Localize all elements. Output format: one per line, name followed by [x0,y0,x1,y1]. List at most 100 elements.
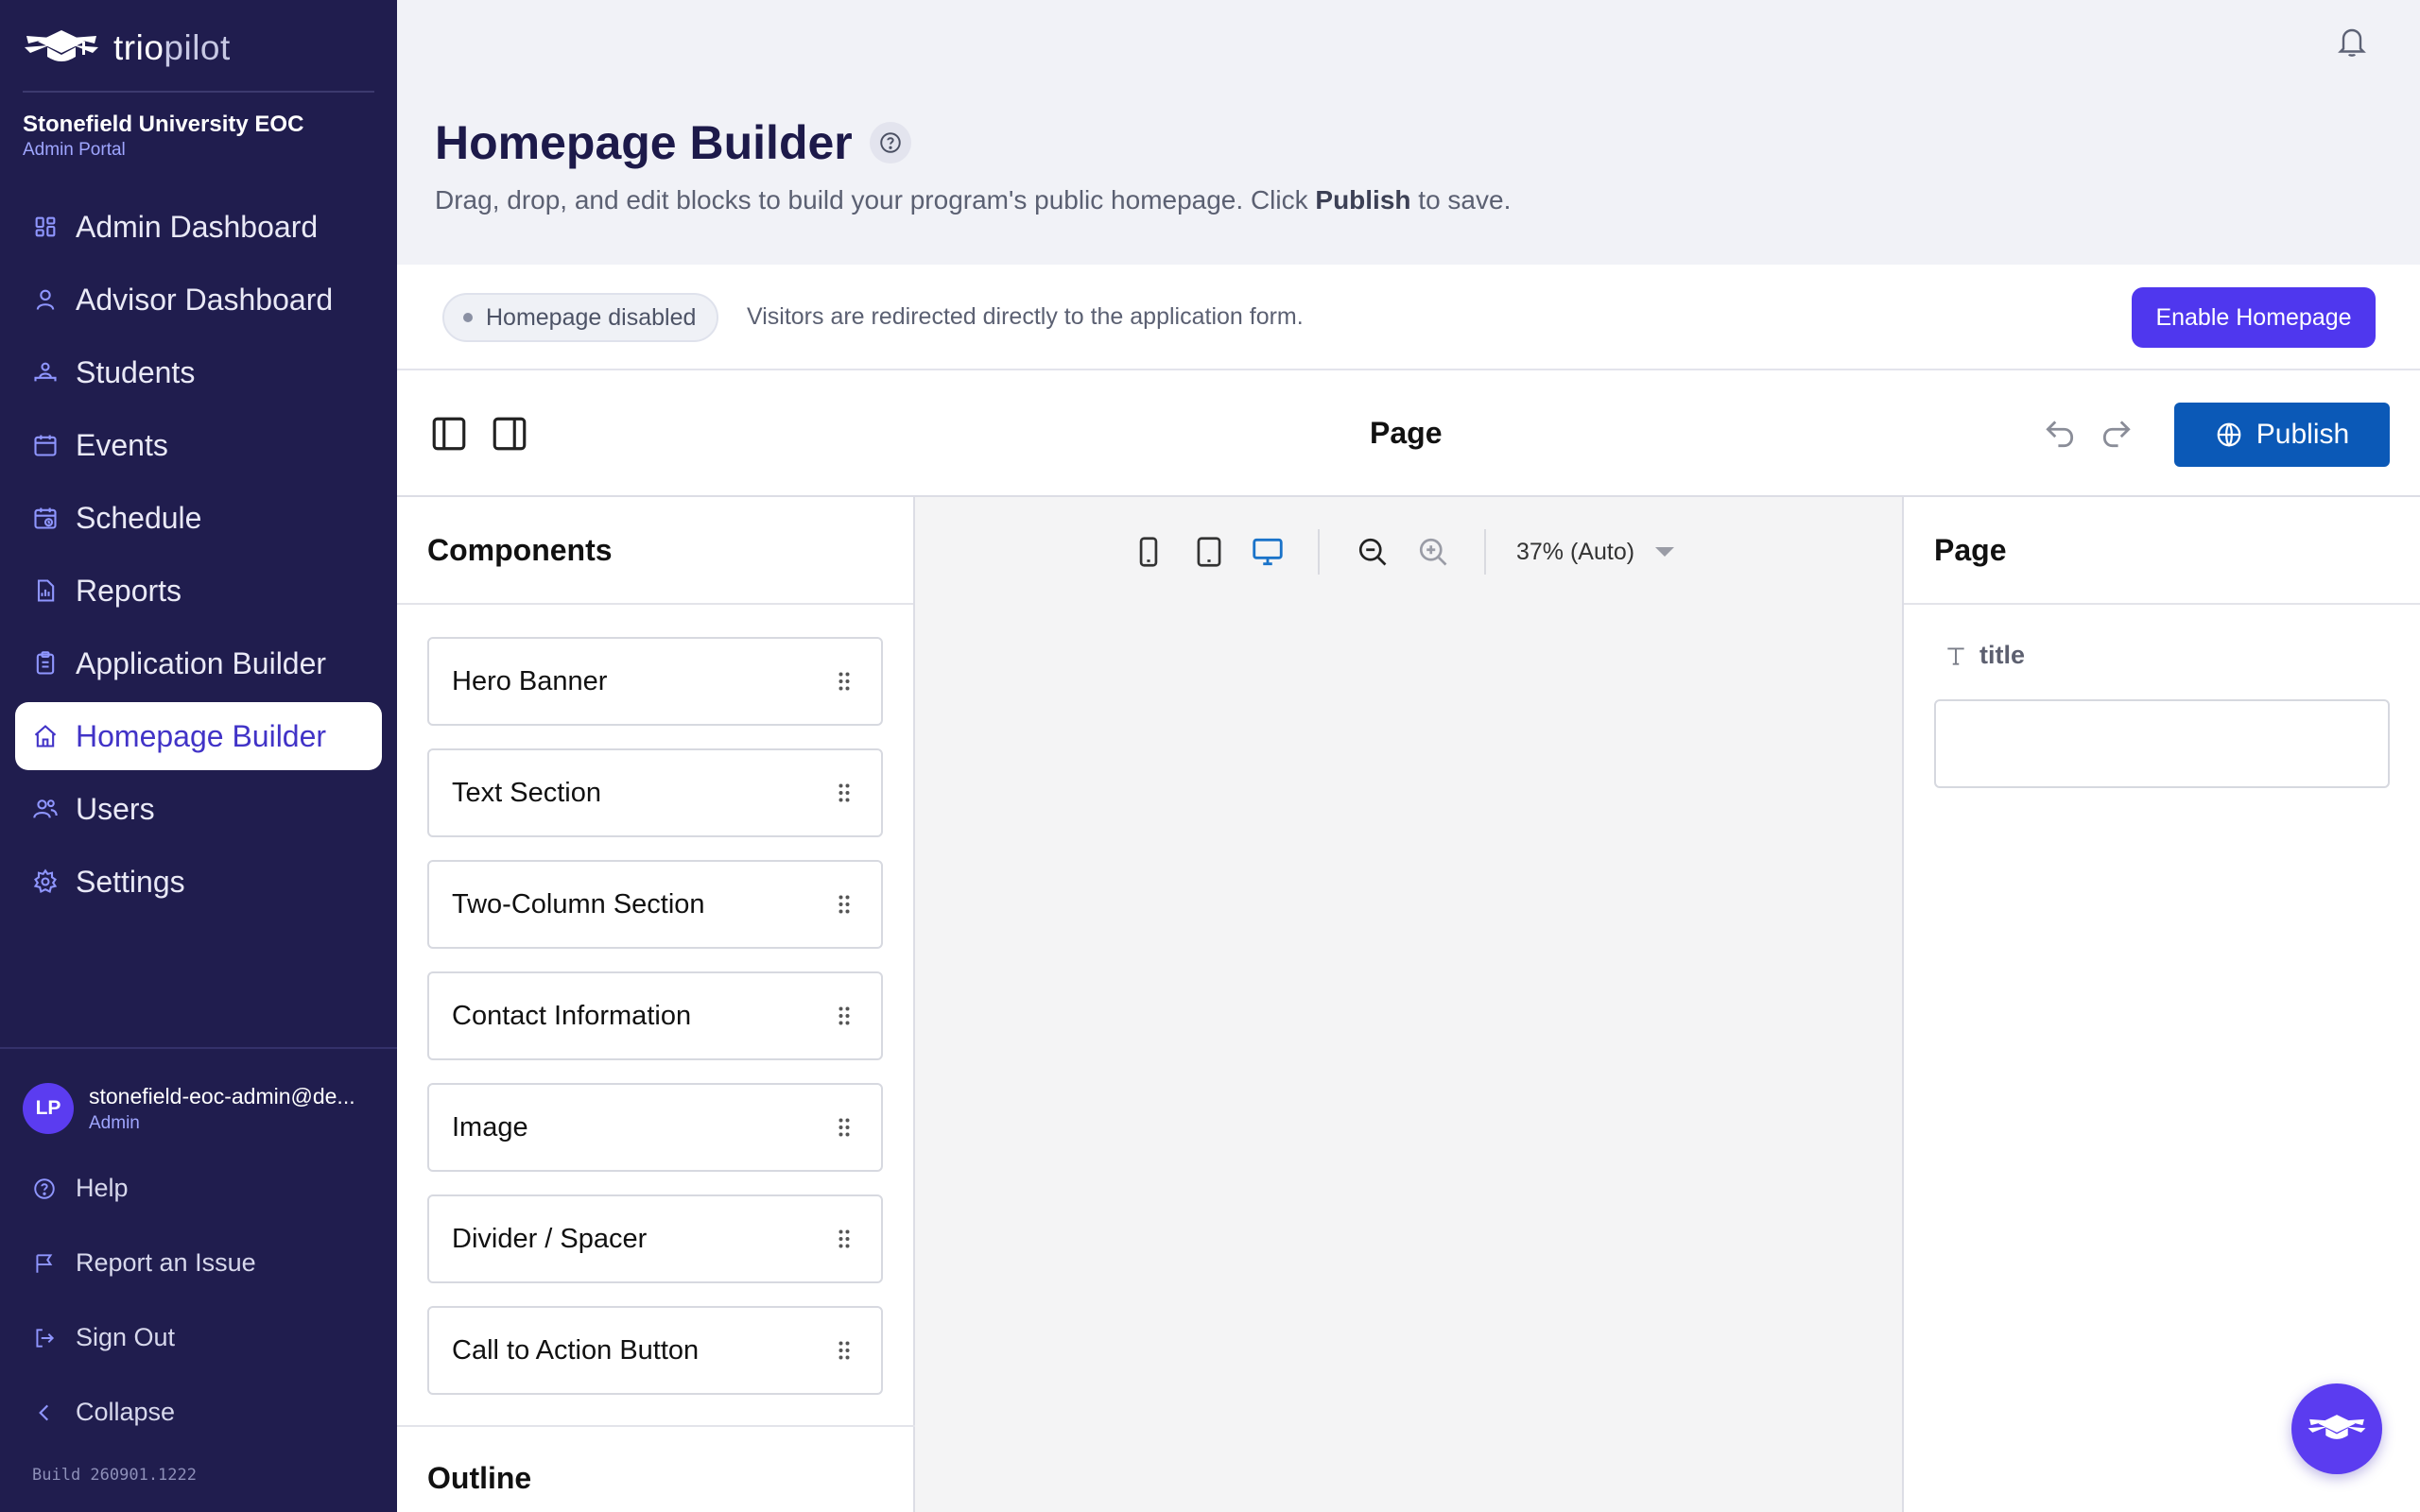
component-label: Two-Column Section [452,888,705,919]
component-label: Call to Action Button [452,1334,700,1366]
report-issue-link[interactable]: Report an Issue [15,1226,382,1300]
component-label: Text Section [452,777,601,808]
page-subtitle-post: to save. [1410,185,1512,215]
sidebar-item-label: Schedule [76,500,202,535]
sidebar-footer-links: Help Report an Issue Sign Out Collapse [15,1151,382,1450]
tablet-view-icon[interactable] [1191,533,1227,571]
user-role: Admin [89,1112,140,1133]
divider [1318,529,1320,575]
clipboard-icon [36,651,55,675]
user-email: stonefield-eoc-admin@de... [89,1083,355,1108]
toolbar-title: Page [1370,416,1443,450]
drag-handle-icon[interactable] [838,1228,851,1249]
components-title: Components [397,497,913,605]
mobile-view-icon[interactable] [1131,533,1167,571]
sidebar-item-events[interactable]: Events [15,411,382,479]
sidebar-item-label: Application Builder [76,645,327,680]
sidebar-item-label: Settings [76,864,185,899]
publish-label: Publish [2256,419,2350,450]
zoom-in-icon[interactable] [1416,535,1450,569]
user-profile[interactable]: LP stonefield-eoc-admin@de... Admin [23,1083,382,1134]
properties-panel: Page title [1902,497,2420,1512]
sidebar-item-admin-dashboard[interactable]: Admin Dashboard [15,193,382,261]
sign-out-label: Sign Out [76,1323,176,1351]
page-title-text: Homepage Builder [435,116,853,169]
drag-handle-icon[interactable] [838,1005,851,1026]
sign-out-link[interactable]: Sign Out [15,1300,382,1375]
brand-name-bold: trio [113,28,164,67]
page-subtitle-bold: Publish [1315,185,1411,215]
brand-logo[interactable]: triopilot [23,26,231,70]
status-dot [463,313,473,322]
divider [1484,529,1486,575]
chevron-down-icon [1655,547,1675,557]
drag-handle-icon[interactable] [838,782,851,803]
sidebar-item-schedule[interactable]: Schedule [15,484,382,552]
drag-handle-icon[interactable] [838,894,851,915]
field-label-text: title [1979,641,2026,669]
editor-canvas[interactable]: 37% (Auto) [915,497,1902,1512]
toggle-left-panel-icon[interactable] [429,414,469,454]
students-icon [34,362,57,382]
avatar: LP [23,1083,74,1134]
drag-handle-icon[interactable] [838,1340,851,1361]
component-label: Contact Information [452,1000,692,1031]
sidebar-item-advisor-dashboard[interactable]: Advisor Dashboard [15,266,382,334]
component-text-section[interactable]: Text Section [427,748,883,837]
outline-title: Outline [427,1461,532,1495]
sidebar-item-settings[interactable]: Settings [15,848,382,916]
page-subtitle-pre: Drag, drop, and edit blocks to build you… [435,185,1316,215]
component-contact-information[interactable]: Contact Information [427,971,883,1060]
sidebar-item-reports[interactable]: Reports [15,557,382,625]
sidebar-item-label: Events [76,427,168,462]
grid-icon [35,216,56,237]
properties-title: Page [1904,497,2420,605]
divider [0,1047,397,1049]
sidebar-item-users[interactable]: Users [15,775,382,843]
sidebar-item-homepage-builder[interactable]: Homepage Builder [15,702,382,770]
page-title: Homepage Builder [435,115,911,170]
sidebar-item-students[interactable]: Students [15,338,382,406]
org-name: Stonefield University EOC [23,112,304,137]
page-help-button[interactable] [869,122,911,163]
title-input[interactable] [1934,699,2390,788]
component-two-column-section[interactable]: Two-Column Section [427,860,883,949]
toggle-right-panel-icon[interactable] [490,414,529,454]
help-icon [34,1177,55,1199]
home-icon [34,725,57,747]
divider [397,1425,915,1427]
sign-out-icon [36,1328,55,1348]
components-panel: Components Hero Banner Text Section Two-… [397,497,915,1512]
bell-icon[interactable] [2335,23,2369,60]
flag-icon [36,1253,53,1273]
help-icon [880,132,901,153]
redo-icon[interactable] [2099,416,2135,452]
component-hero-banner[interactable]: Hero Banner [427,637,883,726]
publish-button[interactable]: Publish [2174,403,2390,467]
help-link[interactable]: Help [15,1151,382,1226]
sidebar-item-application-builder[interactable]: Application Builder [15,629,382,697]
help-label: Help [76,1174,129,1202]
component-image[interactable]: Image [427,1083,883,1172]
zoom-level-select[interactable]: 37% (Auto) [1516,535,1675,569]
assistant-button[interactable] [2291,1383,2382,1474]
divider [23,91,374,93]
drag-handle-icon[interactable] [838,671,851,692]
sidebar: triopilot Stonefield University EOC Admi… [0,0,397,1512]
desktop-view-icon[interactable] [1250,533,1286,571]
homepage-status-bar: Homepage disabled Visitors are redirecte… [397,265,2420,370]
component-call-to-action-button[interactable]: Call to Action Button [427,1306,883,1395]
zoom-out-icon[interactable] [1356,535,1390,569]
drag-handle-icon[interactable] [838,1117,851,1138]
graduation-cap-icon [25,30,98,61]
globe-icon [2217,422,2241,447]
zoom-level-value: 37% (Auto) [1516,538,1635,565]
enable-homepage-button[interactable]: Enable Homepage [2132,287,2376,348]
collapse-sidebar-button[interactable]: Collapse [15,1375,382,1450]
component-label: Divider / Spacer [452,1223,648,1254]
undo-icon[interactable] [2042,416,2078,452]
users-icon [33,799,58,818]
sidebar-item-label: Users [76,791,155,826]
component-divider-spacer[interactable]: Divider / Spacer [427,1194,883,1283]
build-version: Build 260901.1222 [32,1466,197,1485]
